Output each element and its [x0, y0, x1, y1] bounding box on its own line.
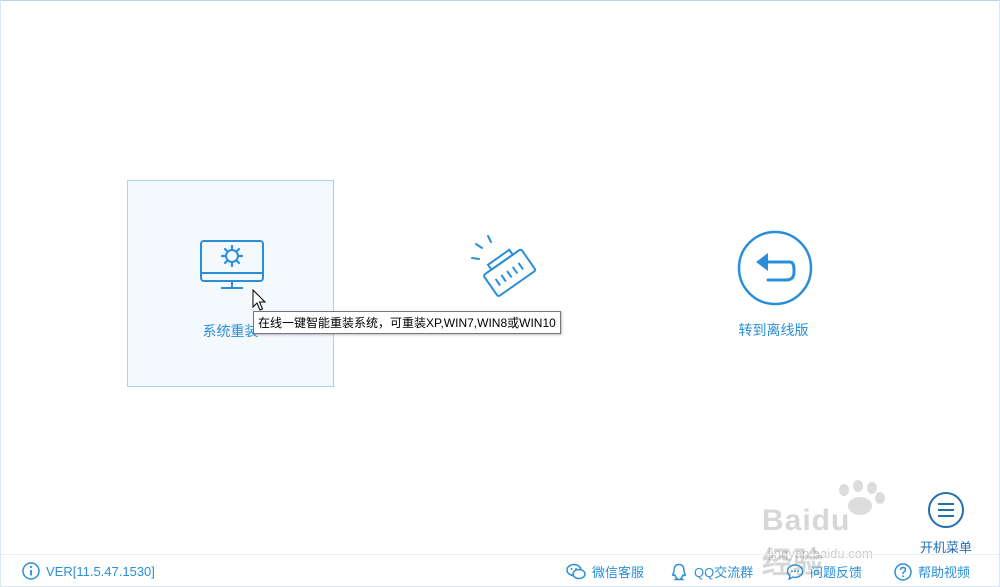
network-plug-icon [406, 230, 613, 310]
wechat-icon [566, 563, 586, 579]
help-video-label: 帮助视频 [918, 565, 971, 580]
footer-bar: VER[11.5.47.1530] 微信客服 QQ交流群 问题反馈 帮助视频 [0, 554, 1000, 587]
offline-version-card[interactable]: 转到离线版 [670, 180, 877, 387]
qq-group-link[interactable]: QQ交流群 [670, 562, 753, 581]
tooltip: 在线一键智能重装系统，可重装XP,WIN7,WIN8或WIN10 [253, 311, 561, 334]
help-icon [894, 562, 912, 581]
feedback-label: 问题反馈 [810, 565, 863, 580]
boot-menu-button[interactable]: 开机菜单 [916, 490, 976, 555]
network-card[interactable] [406, 180, 613, 387]
wechat-service-link[interactable]: 微信客服 [566, 562, 644, 581]
system-reinstall-card[interactable]: 系统重装 [127, 180, 334, 387]
offline-version-label: 转到离线版 [738, 322, 809, 338]
mouse-cursor-icon [252, 289, 266, 311]
qq-label: QQ交流群 [694, 565, 754, 580]
help-video-link[interactable]: 帮助视频 [894, 562, 970, 581]
monitor-gear-icon [128, 231, 333, 311]
version-text: VER[11.5.47.1530] [46, 563, 155, 579]
info-icon [22, 562, 40, 580]
qq-icon [671, 563, 687, 580]
feedback-link[interactable]: 问题反馈 [786, 562, 862, 581]
menu-circle-icon [928, 492, 964, 528]
version-info[interactable]: VER[11.5.47.1530] [22, 562, 155, 580]
back-arrow-circle-icon [670, 230, 877, 310]
wechat-label: 微信客服 [592, 565, 645, 580]
feedback-bubble-icon [786, 563, 804, 580]
